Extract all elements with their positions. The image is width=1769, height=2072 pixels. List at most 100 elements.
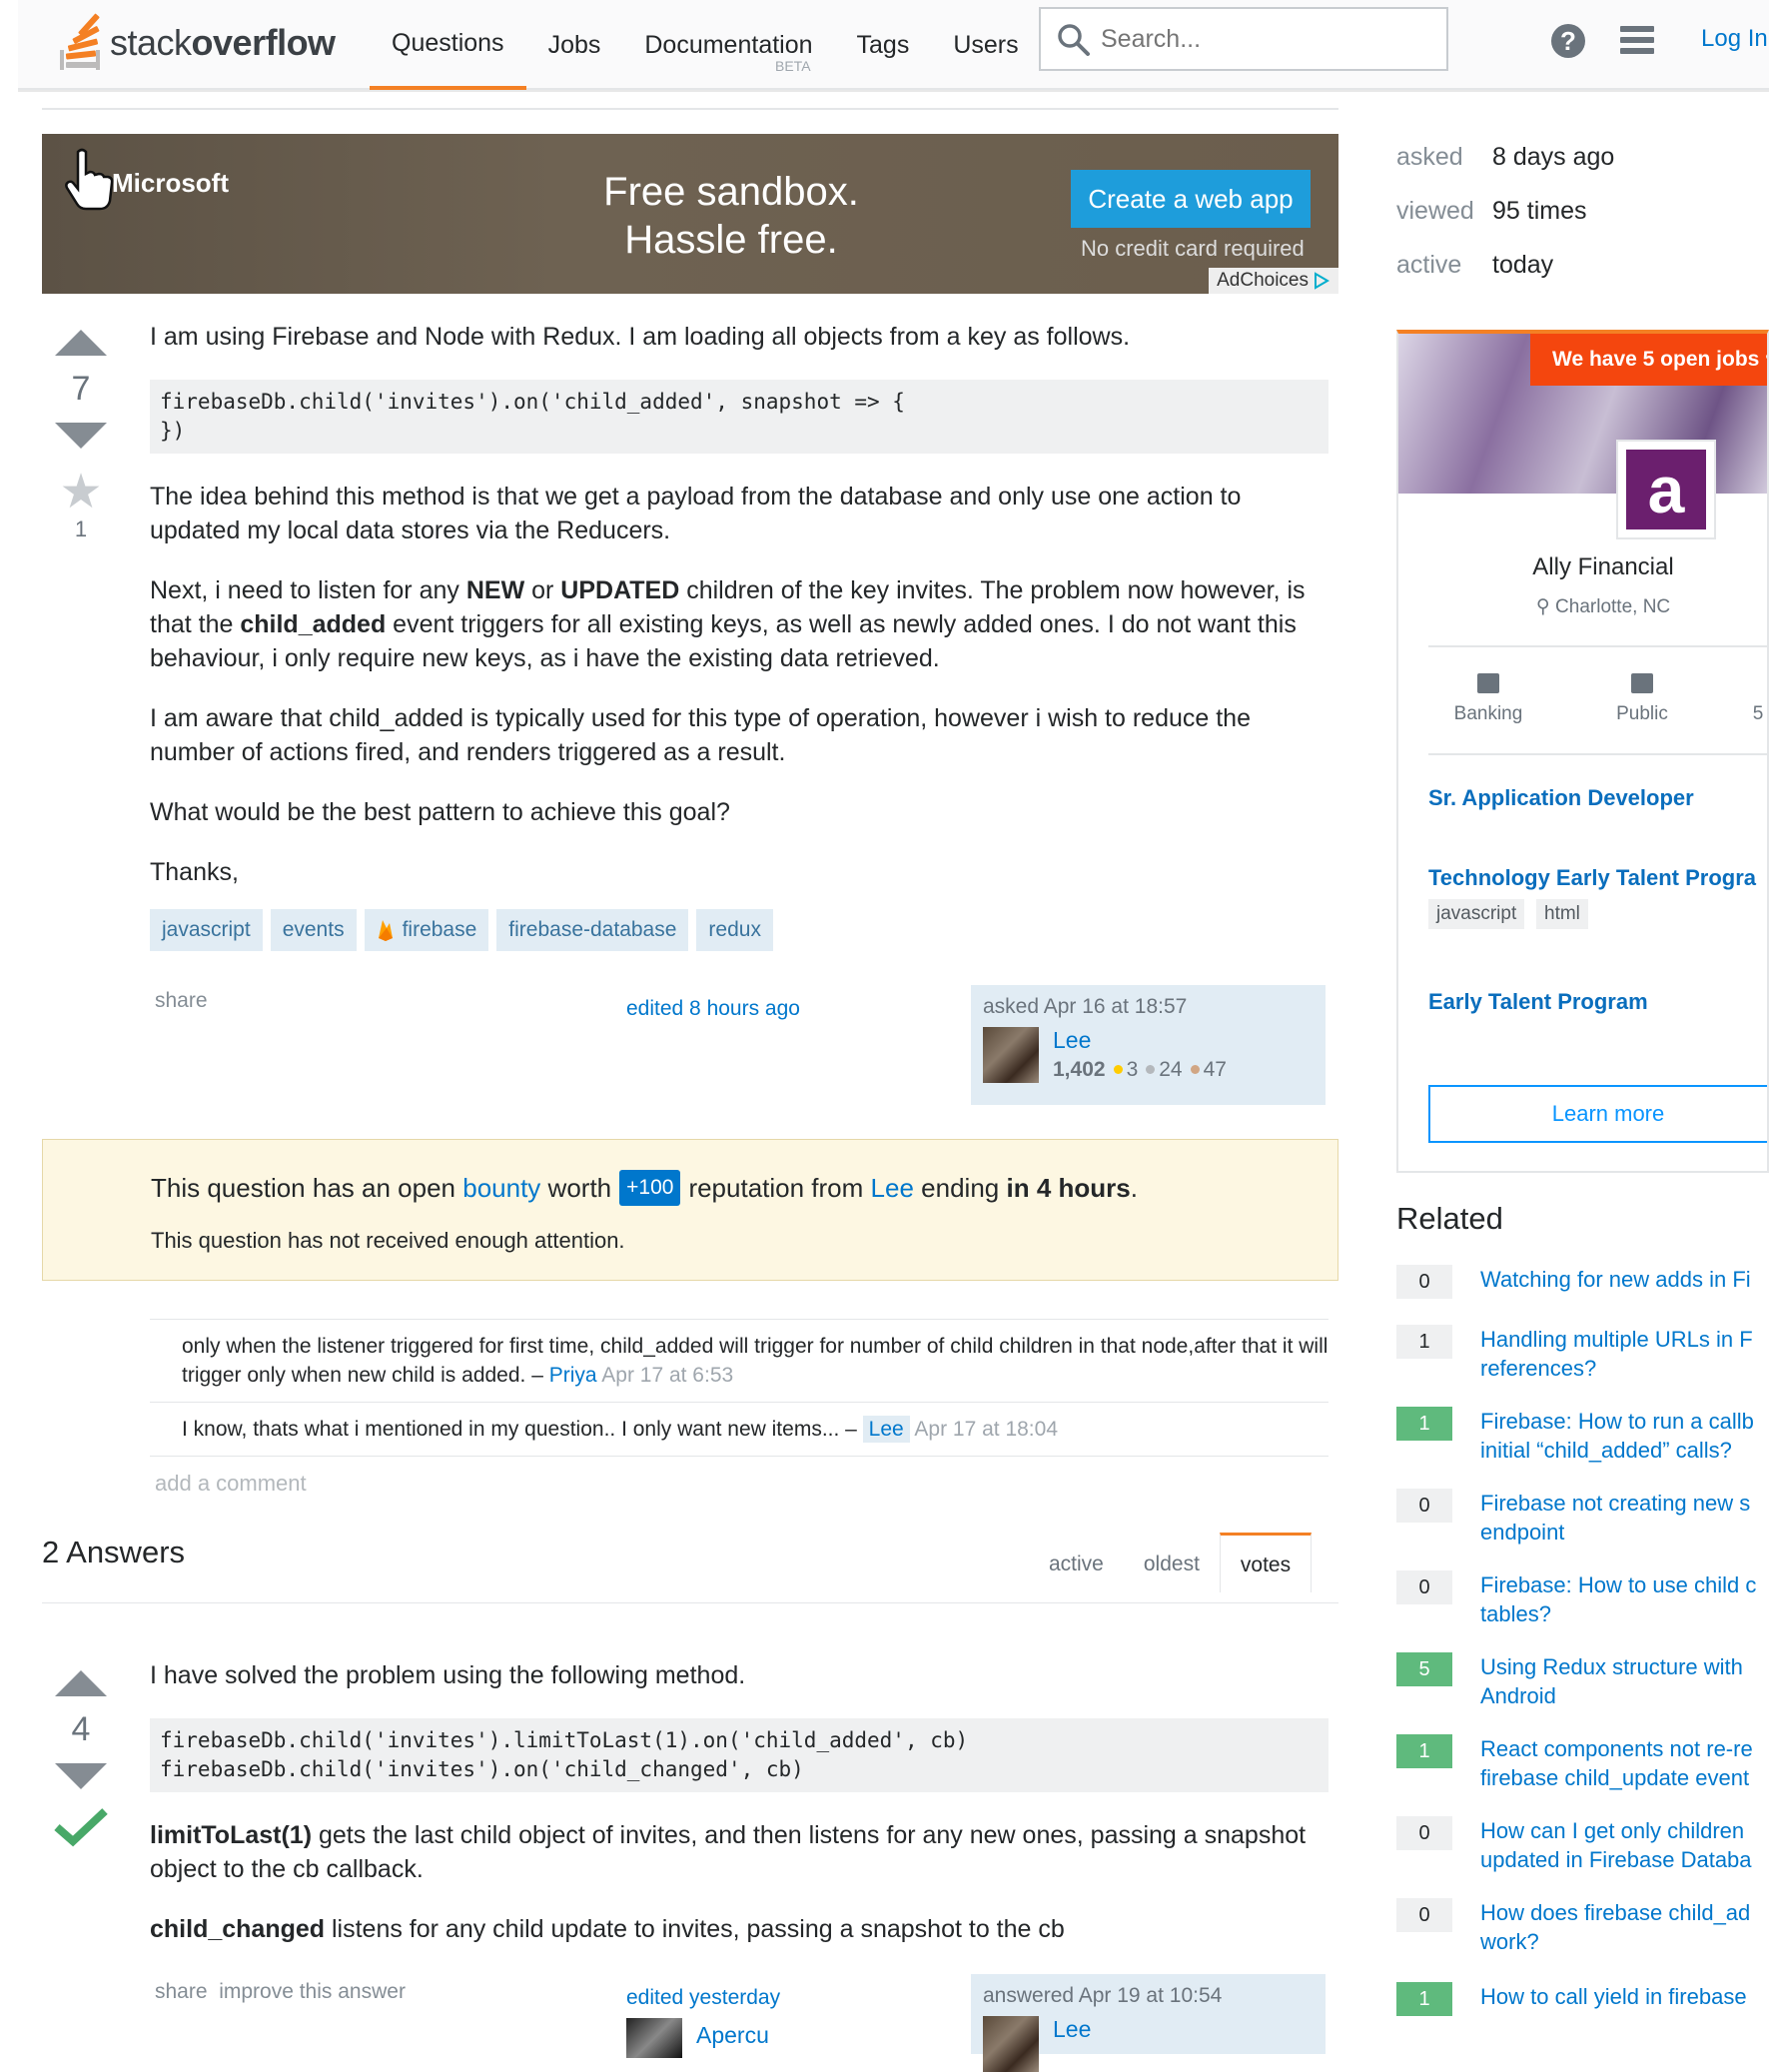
comment-user-link[interactable]: Priya bbox=[549, 1364, 597, 1387]
location-text: Charlotte, NC bbox=[1555, 596, 1671, 617]
category-banking: Banking bbox=[1428, 673, 1548, 725]
related-score[interactable]: 0 bbox=[1396, 1570, 1452, 1604]
share-link[interactable]: share bbox=[155, 989, 208, 1013]
search-input[interactable] bbox=[1101, 24, 1446, 54]
edited-link[interactable]: edited 8 hours ago bbox=[626, 997, 800, 1021]
user-reputation: 1,402 3 24 47 bbox=[1053, 1058, 1227, 1082]
company-logo[interactable]: a bbox=[1616, 440, 1716, 539]
stat-value[interactable]: 8 days ago bbox=[1492, 143, 1614, 171]
downvote-arrow-icon[interactable] bbox=[55, 1763, 107, 1789]
code-line: firebaseDb.child('invites').limitToLast(… bbox=[160, 1728, 969, 1752]
related-score[interactable]: 0 bbox=[1396, 1265, 1452, 1299]
tag-firebase-database[interactable]: firebase-database bbox=[496, 909, 689, 951]
user-name-link[interactable]: Lee bbox=[1053, 2016, 1091, 2072]
downvote-arrow-icon[interactable] bbox=[55, 423, 107, 449]
company-location: ⚲ Charlotte, NC bbox=[1398, 595, 1767, 618]
ad-banner[interactable]: Microsoft Free sandbox. Hassle free. Crea… bbox=[42, 134, 1338, 294]
answer-vote-count: 4 bbox=[71, 1710, 91, 1748]
logo-text-light: stack bbox=[110, 22, 192, 63]
related-score[interactable]: 1 bbox=[1396, 1734, 1452, 1768]
job-tag-chip[interactable]: javascript bbox=[1428, 899, 1525, 929]
tag-javascript[interactable]: javascript bbox=[150, 909, 263, 951]
bounty-user-link[interactable]: Lee bbox=[871, 1173, 914, 1204]
user-name-link[interactable]: Lee bbox=[1053, 1027, 1227, 1054]
related-link[interactable]: Firebase: How to run a callb initial “chi… bbox=[1480, 1407, 1769, 1465]
related-link[interactable]: How does firebase child_ad work? bbox=[1480, 1898, 1769, 1956]
tab-oldest[interactable]: oldest bbox=[1124, 1533, 1220, 1592]
avatar[interactable] bbox=[626, 2018, 682, 2058]
related-link[interactable]: Firebase: How to use child c tables? bbox=[1480, 1570, 1769, 1628]
avatar[interactable] bbox=[983, 2016, 1039, 2072]
hamburger-menu-icon[interactable] bbox=[1620, 26, 1654, 56]
upvote-arrow-icon[interactable] bbox=[55, 1670, 107, 1696]
related-link-line: Watching for new adds in Fi bbox=[1480, 1267, 1751, 1292]
add-comment-link[interactable]: add a comment bbox=[155, 1471, 307, 1497]
answer-edited-link[interactable]: edited yesterday bbox=[626, 1986, 780, 2010]
related-link[interactable]: How to call yield in firebase bbox=[1480, 1982, 1769, 2016]
adchoices-link[interactable]: AdChoices bbox=[1209, 268, 1338, 294]
text: ending bbox=[921, 1172, 1000, 1203]
divider bbox=[42, 1602, 1338, 1603]
comment-time[interactable]: Apr 17 at 6:53 bbox=[597, 1364, 733, 1387]
tab-votes[interactable]: votes bbox=[1219, 1533, 1313, 1592]
nav-documentation[interactable]: Documentation BETA bbox=[622, 0, 834, 90]
tab-active[interactable]: active bbox=[1029, 1533, 1124, 1592]
job-tag-chip[interactable]: html bbox=[1536, 899, 1588, 929]
question-body: I am using Firebase and Node with Redux.… bbox=[150, 320, 1328, 951]
job-link[interactable]: Early Talent Program bbox=[1428, 989, 1648, 1015]
related-score[interactable]: 0 bbox=[1396, 1489, 1452, 1523]
search-box[interactable] bbox=[1039, 7, 1448, 71]
login-link[interactable]: Log In bbox=[1701, 25, 1768, 53]
related-score[interactable]: 1 bbox=[1396, 1982, 1452, 2016]
editor-name-link[interactable]: Apercu bbox=[696, 2022, 769, 2058]
related-score[interactable]: 0 bbox=[1396, 1816, 1452, 1850]
comment: I know, thats what i mentioned in my que… bbox=[150, 1402, 1328, 1457]
nav-tags[interactable]: Tags bbox=[835, 0, 932, 90]
nav-users[interactable]: Users bbox=[931, 0, 1040, 90]
comment-list: only when the listener triggered for fir… bbox=[150, 1319, 1328, 1457]
tag-events[interactable]: events bbox=[270, 909, 357, 951]
learn-more-button[interactable]: Learn more bbox=[1428, 1085, 1767, 1143]
nav-questions[interactable]: Questions bbox=[370, 0, 526, 90]
nav-jobs[interactable]: Jobs bbox=[526, 0, 623, 90]
text: . bbox=[1130, 1172, 1138, 1203]
related-link[interactable]: React components not re-re firebase child… bbox=[1480, 1734, 1769, 1792]
comment-time[interactable]: Apr 17 at 18:04 bbox=[910, 1418, 1058, 1441]
upvote-arrow-icon[interactable] bbox=[55, 330, 107, 356]
nav-label: Questions bbox=[392, 28, 504, 57]
job-ad-card: We have 5 open jobs ♥ a Ally Financial ⚲… bbox=[1396, 330, 1769, 1173]
job-link[interactable]: Technology Early Talent Progra bbox=[1428, 865, 1756, 891]
favorite-star-icon[interactable]: ★ bbox=[42, 469, 120, 517]
create-web-app-button[interactable]: Create a web app bbox=[1071, 170, 1311, 228]
ally-logo-icon: a bbox=[1626, 450, 1706, 529]
related-link[interactable]: How can I get only children updated in Fi… bbox=[1480, 1816, 1769, 1874]
related-link[interactable]: Using Redux structure with Android bbox=[1480, 1652, 1769, 1710]
related-item: 0 How does firebase child_ad work? bbox=[1396, 1898, 1769, 1956]
related-score[interactable]: 1 bbox=[1396, 1325, 1452, 1359]
silver-badge-icon bbox=[1146, 1065, 1156, 1074]
company-name[interactable]: Ally Financial bbox=[1398, 553, 1767, 581]
adchoices-icon bbox=[1315, 272, 1329, 290]
tag-firebase[interactable]: firebase bbox=[364, 909, 489, 951]
related-score[interactable]: 5 bbox=[1396, 1652, 1452, 1686]
answer-owner-signature: answered Apr 19 at 10:54 Lee bbox=[971, 1974, 1326, 2072]
related-link[interactable]: Watching for new adds in Fi bbox=[1480, 1265, 1769, 1299]
location-pin-icon: ⚲ bbox=[1535, 596, 1556, 617]
related-score[interactable]: 0 bbox=[1396, 1898, 1452, 1932]
avatar[interactable] bbox=[983, 1027, 1039, 1083]
related-link-line: work? bbox=[1480, 1929, 1539, 1954]
related-link[interactable]: Handling multiple URLs in F references? bbox=[1480, 1325, 1769, 1383]
tag-redux[interactable]: redux bbox=[696, 909, 773, 951]
open-jobs-banner[interactable]: We have 5 open jobs ♥ bbox=[1530, 334, 1767, 386]
comment-user-link[interactable]: Lee bbox=[862, 1416, 910, 1443]
stat-value[interactable]: today bbox=[1492, 251, 1553, 279]
help-icon[interactable]: ? bbox=[1551, 24, 1585, 58]
related-link-line: updated in Firebase Databa bbox=[1480, 1847, 1752, 1872]
bounty-link[interactable]: bounty bbox=[462, 1173, 540, 1204]
related-score[interactable]: 1 bbox=[1396, 1407, 1452, 1441]
answer-menu-links[interactable]: share improve this answer bbox=[155, 1980, 406, 2004]
site-logo[interactable]: stackoverflow bbox=[60, 8, 336, 78]
job-link[interactable]: Sr. Application Developer bbox=[1428, 785, 1694, 811]
related-link[interactable]: Firebase not creating new s endpoint bbox=[1480, 1489, 1769, 1547]
question-stats: asked 8 days ago viewed 95 times active tod… bbox=[1396, 130, 1614, 292]
